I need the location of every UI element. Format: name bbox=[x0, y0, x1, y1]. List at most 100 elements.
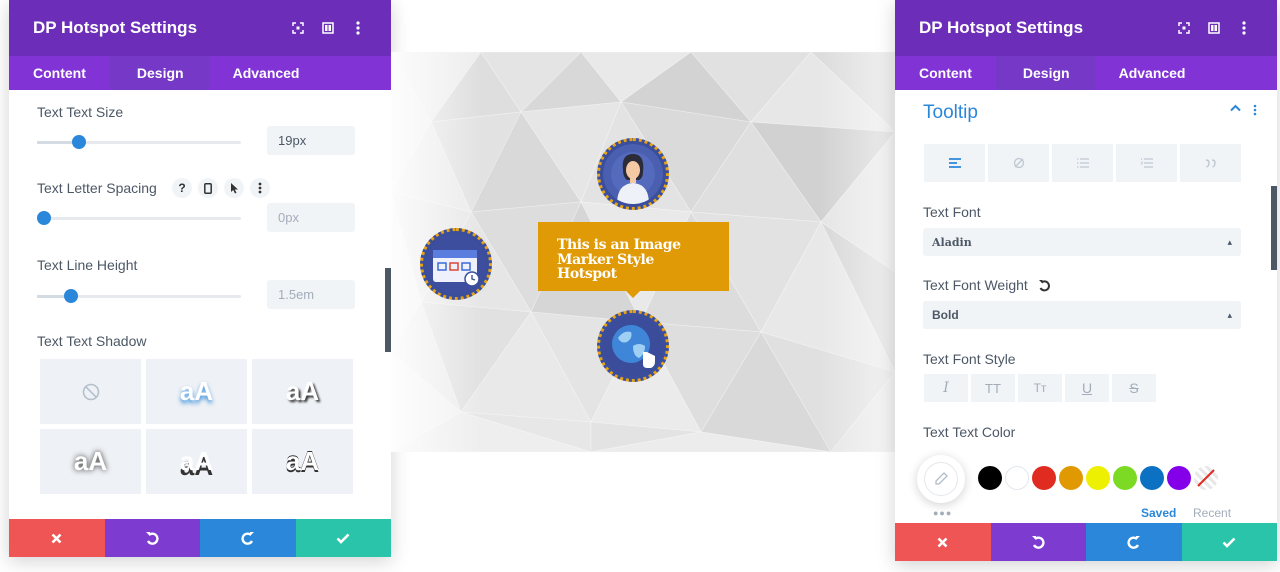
slider-knob[interactable] bbox=[37, 211, 51, 225]
ordered-list-icon bbox=[1140, 158, 1153, 168]
ol-list-tab[interactable] bbox=[1116, 144, 1177, 182]
swatch-blue[interactable] bbox=[1140, 466, 1164, 490]
save-button[interactable] bbox=[295, 519, 391, 557]
tab-content[interactable]: Content bbox=[9, 56, 110, 90]
text-font-label: Text Font bbox=[923, 204, 981, 220]
text-font-value: Aladin bbox=[932, 235, 972, 249]
no-style-icon bbox=[1013, 157, 1024, 169]
shadow-preset-2[interactable]: aA bbox=[252, 359, 353, 424]
italic-button[interactable]: I bbox=[924, 374, 968, 402]
right-settings-panel: DP Hotspot Settings Content Design Advan… bbox=[895, 0, 1277, 561]
save-button[interactable] bbox=[1181, 523, 1277, 561]
more-colors-icon[interactable]: ●●● bbox=[933, 508, 952, 518]
tab-advanced[interactable]: Advanced bbox=[209, 56, 324, 90]
redo-button[interactable] bbox=[1086, 523, 1182, 561]
split-view-icon[interactable] bbox=[1199, 16, 1229, 40]
undo-icon bbox=[146, 532, 159, 545]
swatch-white[interactable] bbox=[1005, 466, 1029, 490]
tooltip-subtabs bbox=[924, 144, 1241, 182]
swatch-red[interactable] bbox=[1032, 466, 1056, 490]
shadow-preset-5[interactable]: aA bbox=[252, 429, 353, 494]
fullscreen-icon[interactable] bbox=[283, 16, 313, 40]
more-icon[interactable] bbox=[1253, 104, 1257, 116]
tab-content[interactable]: Content bbox=[895, 56, 996, 90]
shadow-none-option[interactable] bbox=[40, 359, 141, 424]
tooltip-section-title[interactable]: Tooltip bbox=[923, 102, 978, 124]
align-left-icon bbox=[948, 158, 961, 168]
uppercase-button[interactable]: TT bbox=[971, 374, 1015, 402]
font-weight-label-text: Text Font Weight bbox=[923, 277, 1028, 293]
select-arrow-icon: ▴ bbox=[1227, 236, 1232, 247]
font-weight-label: Text Font Weight bbox=[923, 277, 1051, 293]
mobile-icon[interactable] bbox=[198, 178, 218, 198]
font-weight-value: Bold bbox=[932, 308, 959, 322]
discard-button[interactable] bbox=[895, 523, 991, 561]
text-shadow-presets: aA aA aA aA aA bbox=[40, 359, 354, 494]
swatch-black[interactable] bbox=[978, 466, 1002, 490]
eyedropper-icon bbox=[924, 462, 958, 496]
fullscreen-icon[interactable] bbox=[1169, 16, 1199, 40]
close-icon bbox=[937, 537, 948, 547]
scrollbar[interactable] bbox=[1271, 186, 1277, 270]
undo-icon bbox=[1032, 536, 1045, 549]
strikethrough-button[interactable]: S bbox=[1112, 374, 1156, 402]
shadow-preset-3[interactable]: aA bbox=[40, 429, 141, 494]
swatch-orange[interactable] bbox=[1059, 466, 1083, 490]
undo-button[interactable] bbox=[990, 523, 1086, 561]
chevron-up-icon[interactable] bbox=[1230, 104, 1241, 112]
swatch-purple[interactable] bbox=[1167, 466, 1191, 490]
undo-button[interactable] bbox=[104, 519, 200, 557]
panel-header: DP Hotspot Settings bbox=[9, 0, 391, 56]
panel-tabs: Content Design Advanced bbox=[895, 56, 1277, 90]
letter-spacing-input[interactable]: 0px bbox=[267, 203, 355, 232]
shadow-preset-1[interactable]: aA bbox=[146, 359, 247, 424]
tab-advanced[interactable]: Advanced bbox=[1095, 56, 1210, 90]
text-align-tab[interactable] bbox=[924, 144, 985, 182]
help-icon[interactable]: ? bbox=[172, 178, 192, 198]
split-view-icon[interactable] bbox=[313, 16, 343, 40]
redo-icon bbox=[241, 532, 254, 545]
hotspot-calendar[interactable] bbox=[420, 228, 492, 300]
tab-design[interactable]: Design bbox=[109, 56, 209, 90]
option-icons: ? bbox=[172, 178, 270, 198]
hover-cursor-icon[interactable] bbox=[224, 178, 244, 198]
ul-list-tab[interactable] bbox=[1052, 144, 1113, 182]
hotspot-globe[interactable] bbox=[597, 310, 669, 382]
panel-title: DP Hotspot Settings bbox=[919, 18, 1084, 37]
letter-spacing-slider[interactable] bbox=[37, 211, 241, 225]
text-size-slider[interactable] bbox=[37, 135, 241, 149]
capitalize-button[interactable]: Tт bbox=[1018, 374, 1062, 402]
swatch-yellow[interactable] bbox=[1086, 466, 1110, 490]
underline-button[interactable]: U bbox=[1065, 374, 1109, 402]
text-font-select[interactable]: Aladin ▴ bbox=[923, 228, 1241, 256]
text-size-input[interactable]: 19px bbox=[267, 126, 355, 155]
select-arrow-icon: ▴ bbox=[1227, 309, 1232, 320]
swatch-green[interactable] bbox=[1113, 466, 1137, 490]
reset-icon[interactable] bbox=[1038, 279, 1051, 292]
more-options-icon[interactable] bbox=[343, 16, 373, 40]
tab-design[interactable]: Design bbox=[995, 56, 1095, 90]
discard-button[interactable] bbox=[9, 519, 105, 557]
link-tab[interactable] bbox=[988, 144, 1049, 182]
woman-avatar-icon bbox=[603, 144, 663, 204]
more-options-icon[interactable] bbox=[1229, 16, 1259, 40]
color-swatches bbox=[978, 466, 1218, 490]
font-style-label: Text Font Style bbox=[923, 351, 1016, 367]
redo-button[interactable] bbox=[200, 519, 296, 557]
recent-colors-tab[interactable]: Recent bbox=[1193, 506, 1231, 520]
font-weight-select[interactable]: Bold ▴ bbox=[923, 301, 1241, 329]
more-icon[interactable] bbox=[250, 178, 270, 198]
hotspot-avatar[interactable] bbox=[597, 138, 669, 210]
no-color-icon bbox=[1197, 469, 1215, 487]
saved-colors-tab[interactable]: Saved bbox=[1141, 506, 1176, 520]
globe-icon bbox=[603, 316, 663, 376]
quote-tab[interactable] bbox=[1180, 144, 1241, 182]
left-settings-panel: DP Hotspot Settings Content Design Advan… bbox=[9, 0, 391, 557]
slider-knob[interactable] bbox=[64, 289, 78, 303]
line-height-input[interactable]: 1.5em bbox=[267, 280, 355, 309]
swatch-transparent[interactable] bbox=[1194, 466, 1218, 490]
color-picker-button[interactable] bbox=[917, 455, 965, 503]
shadow-preset-4[interactable]: aA bbox=[146, 429, 247, 494]
line-height-slider[interactable] bbox=[37, 289, 241, 303]
slider-knob[interactable] bbox=[72, 135, 86, 149]
